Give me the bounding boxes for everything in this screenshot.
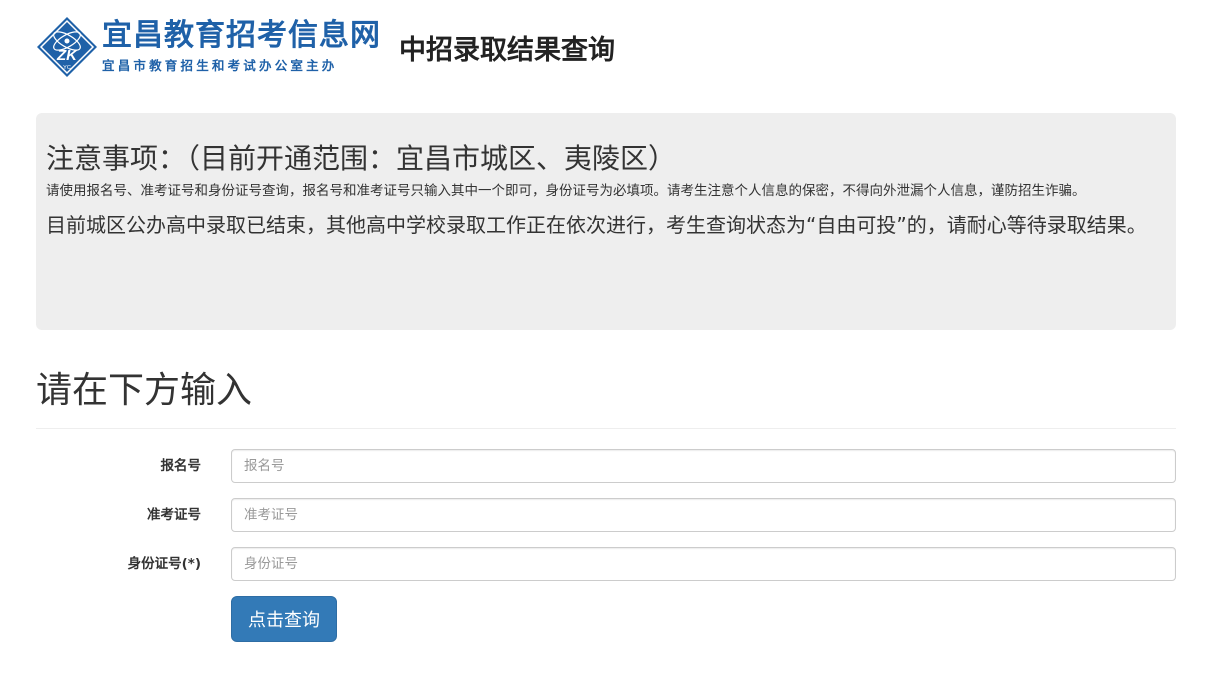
id-number-label: 身份证号(*) (127, 556, 201, 572)
site-title: 宜昌教育招考信息网 (102, 18, 381, 53)
site-subtitle: 宜昌市教育招生和考试办公室主办 (102, 58, 338, 73)
atom-emblem-icon: ZK YC (37, 17, 97, 77)
id-number-row: 身份证号(*) (36, 547, 1176, 581)
notice-status: 目前城区公办高中录取已结束，其他高中学校录取工作正在依次进行，考生查询状态为“自… (46, 213, 1147, 237)
site-logo[interactable]: ZK YC 宜昌教育招考信息网 宜昌市教育招生和考试办公室主办 (36, 16, 381, 78)
registration-number-label: 报名号 (160, 458, 202, 474)
page-title: 中招录取结果查询 (399, 34, 615, 66)
emblem-text: ZK (56, 47, 78, 64)
notice-title: 注意事项：（目前开通范围：宜昌市城区、夷陵区） (46, 142, 677, 175)
logo-text: 宜昌教育招考信息网 宜昌市教育招生和考试办公室主办 (102, 19, 381, 75)
form-heading: 请在下方输入 (36, 370, 253, 411)
notice-panel: 注意事项：（目前开通范围：宜昌市城区、夷陵区） 请使用报名号、准考证号和身份证号… (36, 113, 1176, 330)
registration-number-input[interactable] (231, 449, 1176, 483)
id-number-input[interactable] (231, 547, 1176, 581)
exam-ticket-input[interactable] (231, 498, 1176, 532)
submit-query-button[interactable]: 点击查询 (231, 596, 337, 642)
page-header: ZK YC 宜昌教育招考信息网 宜昌市教育招生和考试办公室主办 中招录取结果查询 (36, 14, 615, 80)
notice-description: 请使用报名号、准考证号和身份证号查询，报名号和准考证号只输入其中一个即可，身份证… (46, 183, 1086, 199)
registration-number-row: 报名号 (36, 449, 1176, 483)
exam-ticket-label: 准考证号 (147, 507, 201, 523)
exam-ticket-row: 准考证号 (36, 498, 1176, 532)
emblem-subtext: YC (63, 65, 71, 71)
form-divider (36, 428, 1176, 429)
